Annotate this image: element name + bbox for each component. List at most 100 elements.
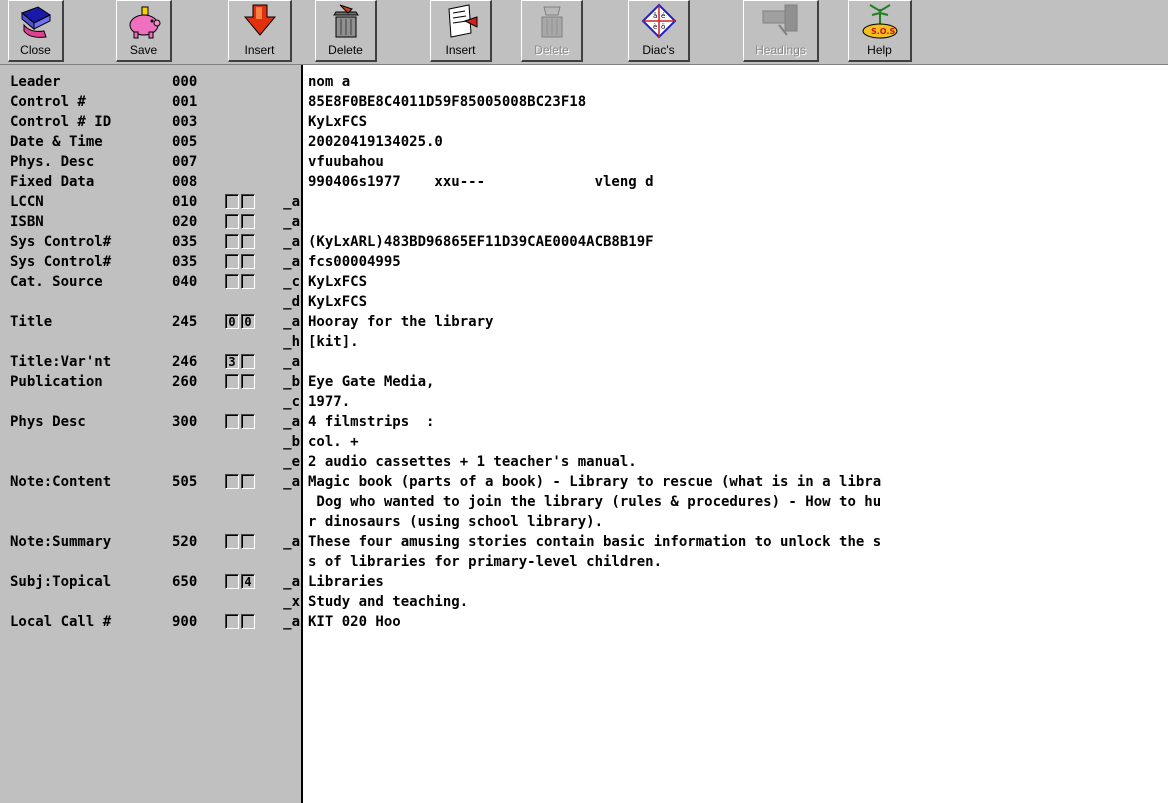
field-data-text[interactable]: 20020419134025.0 xyxy=(308,132,443,152)
indicator-1-box[interactable] xyxy=(225,414,239,429)
indicator-1-box[interactable] xyxy=(225,374,239,389)
svg-text:ö: ö xyxy=(661,23,665,31)
indicator-1-box[interactable]: 0 xyxy=(225,314,239,329)
field-label: Phys. Desc xyxy=(10,154,95,170)
indicator-2-box[interactable] xyxy=(241,534,255,549)
field-tag: 650 xyxy=(172,574,198,590)
indicator-2-box[interactable]: 4 xyxy=(241,574,255,589)
field-row: Sys Control# 035 _a xyxy=(0,232,301,252)
close-button[interactable]: Close xyxy=(8,0,64,62)
save-button[interactable]: Save xyxy=(116,0,172,62)
field-tag: 035 xyxy=(172,234,198,250)
insert-field-button[interactable]: Insert xyxy=(430,0,492,62)
field-label: Sys Control# xyxy=(10,234,112,250)
indicator-2-box[interactable] xyxy=(241,234,255,249)
field-label: Note:Content xyxy=(10,474,112,490)
field-tag: 520 xyxy=(172,534,198,550)
field-data-text[interactable]: col. + xyxy=(308,432,359,452)
indicator-2-box[interactable] xyxy=(241,474,255,489)
delete-field-button[interactable]: Delete xyxy=(521,0,583,62)
field-data-text[interactable]: These four amusing stories contain basic… xyxy=(308,532,881,552)
indicator-1-box[interactable] xyxy=(225,234,239,249)
subfield-code: _a xyxy=(283,254,300,270)
insert-button[interactable]: Insert xyxy=(228,0,292,62)
field-label: Title:Var'nt xyxy=(10,354,112,370)
field-row: Sys Control# 035 _a xyxy=(0,252,301,272)
subfield-code: _b xyxy=(283,374,300,390)
field-row: Local Call # 900 _a xyxy=(0,612,301,632)
indicator-1-box[interactable] xyxy=(225,574,239,589)
indicator-2-box[interactable] xyxy=(241,414,255,429)
indicator-1-box[interactable] xyxy=(225,614,239,629)
subfield-code: _a xyxy=(283,234,300,250)
indicator-2-box[interactable]: 0 xyxy=(241,314,255,329)
field-data-text[interactable]: KyLxFCS xyxy=(308,292,367,312)
field-data-text[interactable]: 85E8F0BE8C4011D59F85005008BC23F18 xyxy=(308,92,586,112)
field-data-text[interactable]: KyLxFCS xyxy=(308,272,367,292)
field-row: Phys. Desc 007 xyxy=(0,152,301,172)
field-data-text[interactable]: Dog who wanted to join the library (rule… xyxy=(308,492,881,512)
subfield-code: _h xyxy=(283,334,300,350)
subfield-code: _c xyxy=(283,394,300,410)
indicator-2-box[interactable] xyxy=(241,194,255,209)
indicator-2-box[interactable] xyxy=(241,614,255,629)
indicator-2-box[interactable] xyxy=(241,374,255,389)
field-data-text[interactable]: r dinosaurs (using school library). xyxy=(308,512,603,532)
indicator-1-box[interactable] xyxy=(225,474,239,489)
insert-field-icon xyxy=(447,4,477,38)
field-data-text[interactable]: vfuubahou xyxy=(308,152,384,172)
help-button[interactable]: S.O.S Help xyxy=(848,0,912,62)
save-button-label: Save xyxy=(129,43,158,57)
field-data-text[interactable]: Hooray for the library xyxy=(308,312,493,332)
toolbar: Close Save Insert Delete Insert Delete â… xyxy=(0,0,1168,65)
headings-button[interactable]: Headings xyxy=(743,0,819,62)
trash-can-icon xyxy=(332,4,359,38)
field-tag: 900 xyxy=(172,614,198,630)
indicator-1-box[interactable]: 3 xyxy=(225,354,239,369)
indicator-1-box[interactable] xyxy=(225,214,239,229)
field-data-text[interactable]: 990406s1977 xxu--- vleng d xyxy=(308,172,654,192)
field-label: Note:Summary xyxy=(10,534,112,550)
piggy-bank-icon xyxy=(129,6,160,39)
subfield-code: _a xyxy=(283,214,300,230)
field-data-text[interactable]: KyLxFCS xyxy=(308,112,367,132)
close-book-icon xyxy=(20,6,51,38)
indicator-2-box[interactable] xyxy=(241,214,255,229)
subfield-code: _b xyxy=(283,434,300,450)
indicator-2-box[interactable] xyxy=(241,254,255,269)
delete-button[interactable]: Delete xyxy=(315,0,377,62)
subfield-code: _a xyxy=(283,574,300,590)
field-label: Title xyxy=(10,314,53,330)
indicator-1-box[interactable] xyxy=(225,274,239,289)
field-tag: 007 xyxy=(172,154,198,170)
subfield-code: _a xyxy=(283,414,300,430)
field-label: Date & Time xyxy=(10,134,103,150)
field-tag: 000 xyxy=(172,74,198,90)
insert-field-button-label: Insert xyxy=(445,43,476,57)
field-data-text[interactable]: fcs00004995 xyxy=(308,252,401,272)
svg-text:è: è xyxy=(653,23,657,31)
sos-help-icon: S.O.S xyxy=(862,4,897,39)
field-data-text[interactable]: 1977. xyxy=(308,392,350,412)
field-data-text[interactable]: Study and teaching. xyxy=(308,592,468,612)
field-data-text[interactable]: 4 filmstrips : xyxy=(308,412,434,432)
indicator-1-box[interactable] xyxy=(225,194,239,209)
field-data-text[interactable]: nom a xyxy=(308,72,350,92)
indicator-1-box[interactable] xyxy=(225,254,239,269)
field-data-text[interactable]: 2 audio cassettes + 1 teacher's manual. xyxy=(308,452,637,472)
indicator-1-box[interactable] xyxy=(225,534,239,549)
indicator-2-box[interactable] xyxy=(241,274,255,289)
field-data-text[interactable]: s of libraries for primary-level childre… xyxy=(308,552,662,572)
diacritics-button[interactable]: â é è ö Diac's xyxy=(628,0,690,62)
field-row xyxy=(0,552,301,572)
field-row: ISBN 020 _a xyxy=(0,212,301,232)
field-data-text[interactable]: [kit]. xyxy=(308,332,359,352)
field-data-text[interactable]: (KyLxARL)483BD96865EF11D39CAE0004ACB8B19… xyxy=(308,232,654,252)
svg-text:S.O.S: S.O.S xyxy=(871,27,895,36)
field-data-text[interactable]: Libraries xyxy=(308,572,384,592)
indicator-2-box[interactable] xyxy=(241,354,255,369)
subfield-code: _e xyxy=(283,454,300,470)
field-data-text[interactable]: KIT 020 Hoo xyxy=(308,612,401,632)
field-data-text[interactable]: Magic book (parts of a book) - Library t… xyxy=(308,472,881,492)
field-data-text[interactable]: Eye Gate Media, xyxy=(308,372,434,392)
